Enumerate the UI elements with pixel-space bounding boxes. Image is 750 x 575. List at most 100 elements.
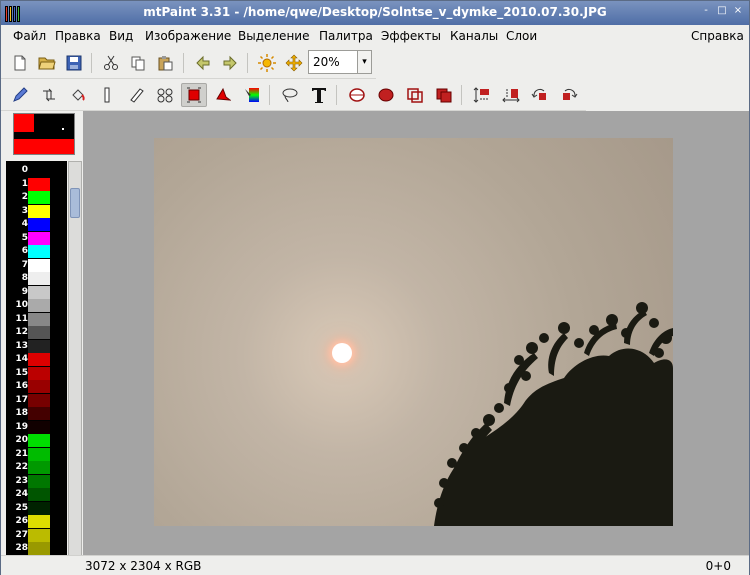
palette-color-swatch[interactable] bbox=[28, 326, 50, 339]
palette-color-swatch[interactable] bbox=[28, 204, 50, 218]
copy-button[interactable] bbox=[125, 51, 151, 75]
palette-entry[interactable]: 2 bbox=[6, 191, 67, 204]
menu-view[interactable]: Вид bbox=[109, 29, 133, 43]
zoom-input[interactable]: 20% bbox=[308, 50, 358, 74]
maximize-icon[interactable]: □ bbox=[717, 6, 727, 16]
line-tool-button[interactable] bbox=[94, 83, 120, 107]
menu-image[interactable]: Изображение bbox=[145, 29, 231, 43]
rect-filled-button[interactable] bbox=[431, 83, 457, 107]
palette-entry[interactable]: 6 bbox=[6, 245, 67, 258]
palette-entry[interactable]: 12 bbox=[6, 326, 67, 339]
palette-entry[interactable]: 17 bbox=[6, 393, 67, 407]
palette-color-swatch[interactable] bbox=[28, 393, 50, 407]
palette-entry[interactable]: 1 bbox=[6, 177, 67, 191]
palette-color-swatch[interactable] bbox=[28, 299, 50, 312]
palette-color-swatch[interactable] bbox=[28, 501, 50, 515]
menu-edit[interactable]: Правка bbox=[55, 29, 101, 43]
lasso-tool-button[interactable] bbox=[277, 83, 303, 107]
palette-entry[interactable]: 9 bbox=[6, 285, 67, 299]
paste-button[interactable] bbox=[152, 51, 178, 75]
palette-entry[interactable]: 28 bbox=[6, 542, 67, 555]
ellipse-filled-button[interactable] bbox=[373, 83, 399, 107]
palette-entry[interactable]: 10 bbox=[6, 299, 67, 312]
palette-color-swatch[interactable] bbox=[28, 285, 50, 299]
rotate-right-button[interactable] bbox=[556, 83, 582, 107]
palette-entry[interactable]: 20 bbox=[6, 434, 67, 447]
palette-entry[interactable]: 13 bbox=[6, 339, 67, 353]
menu-selection[interactable]: Выделение bbox=[238, 29, 309, 43]
close-icon[interactable]: × bbox=[733, 6, 743, 16]
palette-color-swatch[interactable] bbox=[28, 231, 50, 245]
canvas-area[interactable] bbox=[83, 111, 749, 555]
rotate-left-button[interactable] bbox=[527, 83, 553, 107]
ellipse-outline-button[interactable] bbox=[344, 83, 370, 107]
save-file-button[interactable] bbox=[61, 51, 87, 75]
palette-entry[interactable]: 18 bbox=[6, 407, 67, 420]
smudge-tool-button[interactable] bbox=[123, 83, 149, 107]
palette-color-swatch[interactable] bbox=[28, 366, 50, 380]
palette-color-swatch[interactable] bbox=[28, 407, 50, 420]
palette-entry[interactable]: 5 bbox=[6, 231, 67, 245]
select-rect-button[interactable] bbox=[181, 83, 207, 107]
palette-color-swatch[interactable] bbox=[28, 447, 50, 461]
flip-vertical-button[interactable] bbox=[469, 83, 495, 107]
palette-color-swatch[interactable] bbox=[28, 461, 50, 474]
palette-color-swatch[interactable] bbox=[28, 164, 50, 177]
palette-entry[interactable]: 0 bbox=[6, 164, 67, 177]
menu-palette[interactable]: Палитра bbox=[319, 29, 373, 43]
shuffle-tool-button[interactable] bbox=[36, 83, 62, 107]
clone-tool-button[interactable] bbox=[152, 83, 178, 107]
new-file-button[interactable] bbox=[7, 51, 33, 75]
menu-layers[interactable]: Слои bbox=[506, 29, 537, 43]
minimize-icon[interactable]: - bbox=[701, 6, 711, 16]
pan-button[interactable] bbox=[281, 51, 307, 75]
palette-entry[interactable]: 25 bbox=[6, 501, 67, 515]
menu-effects[interactable]: Эффекты bbox=[381, 29, 441, 43]
scrollbar-thumb[interactable] bbox=[70, 188, 80, 218]
palette-color-swatch[interactable] bbox=[28, 474, 50, 488]
rect-outline-button[interactable] bbox=[402, 83, 428, 107]
palette-entry[interactable]: 19 bbox=[6, 420, 67, 434]
palette-entry[interactable]: 22 bbox=[6, 461, 67, 474]
palette-entry[interactable]: 11 bbox=[6, 312, 67, 326]
palette-list[interactable]: 0 1 2 3 4 5 6 7 8 9 10 11 12 13 14 15 16 17 18 19 20 21 22 23 24… bbox=[6, 161, 67, 569]
palette-entry[interactable]: 16 bbox=[6, 380, 67, 393]
palette-color-swatch[interactable] bbox=[28, 528, 50, 542]
palette-entry[interactable]: 7 bbox=[6, 258, 67, 272]
palette-entry[interactable]: 14 bbox=[6, 353, 67, 366]
palette-entry[interactable]: 8 bbox=[6, 272, 67, 285]
flip-horizontal-button[interactable] bbox=[498, 83, 524, 107]
palette-color-swatch[interactable] bbox=[28, 434, 50, 447]
menu-help[interactable]: Справка bbox=[691, 29, 744, 43]
palette-color-swatch[interactable] bbox=[28, 177, 50, 191]
redo-button[interactable] bbox=[217, 51, 243, 75]
undo-button[interactable] bbox=[190, 51, 216, 75]
palette-color-swatch[interactable] bbox=[28, 542, 50, 555]
gradient-tool-button[interactable] bbox=[239, 83, 265, 107]
palette-entry[interactable]: 24 bbox=[6, 488, 67, 501]
menu-channels[interactable]: Каналы bbox=[450, 29, 498, 43]
palette-entry[interactable]: 15 bbox=[6, 366, 67, 380]
open-file-button[interactable] bbox=[34, 51, 60, 75]
palette-color-swatch[interactable] bbox=[28, 339, 50, 353]
palette-scrollbar[interactable]: ▾ bbox=[68, 161, 82, 569]
palette-entry[interactable]: 23 bbox=[6, 474, 67, 488]
palette-entry[interactable]: 21 bbox=[6, 447, 67, 461]
paint-tool-button[interactable] bbox=[7, 83, 33, 107]
palette-color-swatch[interactable] bbox=[28, 258, 50, 272]
palette-color-swatch[interactable] bbox=[28, 312, 50, 326]
palette-color-swatch[interactable] bbox=[28, 380, 50, 393]
palette-color-swatch[interactable] bbox=[28, 488, 50, 501]
menu-file[interactable]: Файл bbox=[13, 29, 46, 43]
color-swatch-preview[interactable] bbox=[13, 113, 75, 155]
palette-entry[interactable]: 4 bbox=[6, 218, 67, 231]
flood-fill-button[interactable] bbox=[65, 83, 91, 107]
palette-entry[interactable]: 3 bbox=[6, 204, 67, 218]
palette-color-swatch[interactable] bbox=[28, 353, 50, 366]
palette-color-swatch[interactable] bbox=[28, 515, 50, 528]
palette-entry[interactable]: 26 bbox=[6, 515, 67, 528]
brightness-button[interactable] bbox=[254, 51, 280, 75]
palette-color-swatch[interactable] bbox=[28, 272, 50, 285]
polygon-select-button[interactable] bbox=[210, 83, 236, 107]
palette-color-swatch[interactable] bbox=[28, 420, 50, 434]
